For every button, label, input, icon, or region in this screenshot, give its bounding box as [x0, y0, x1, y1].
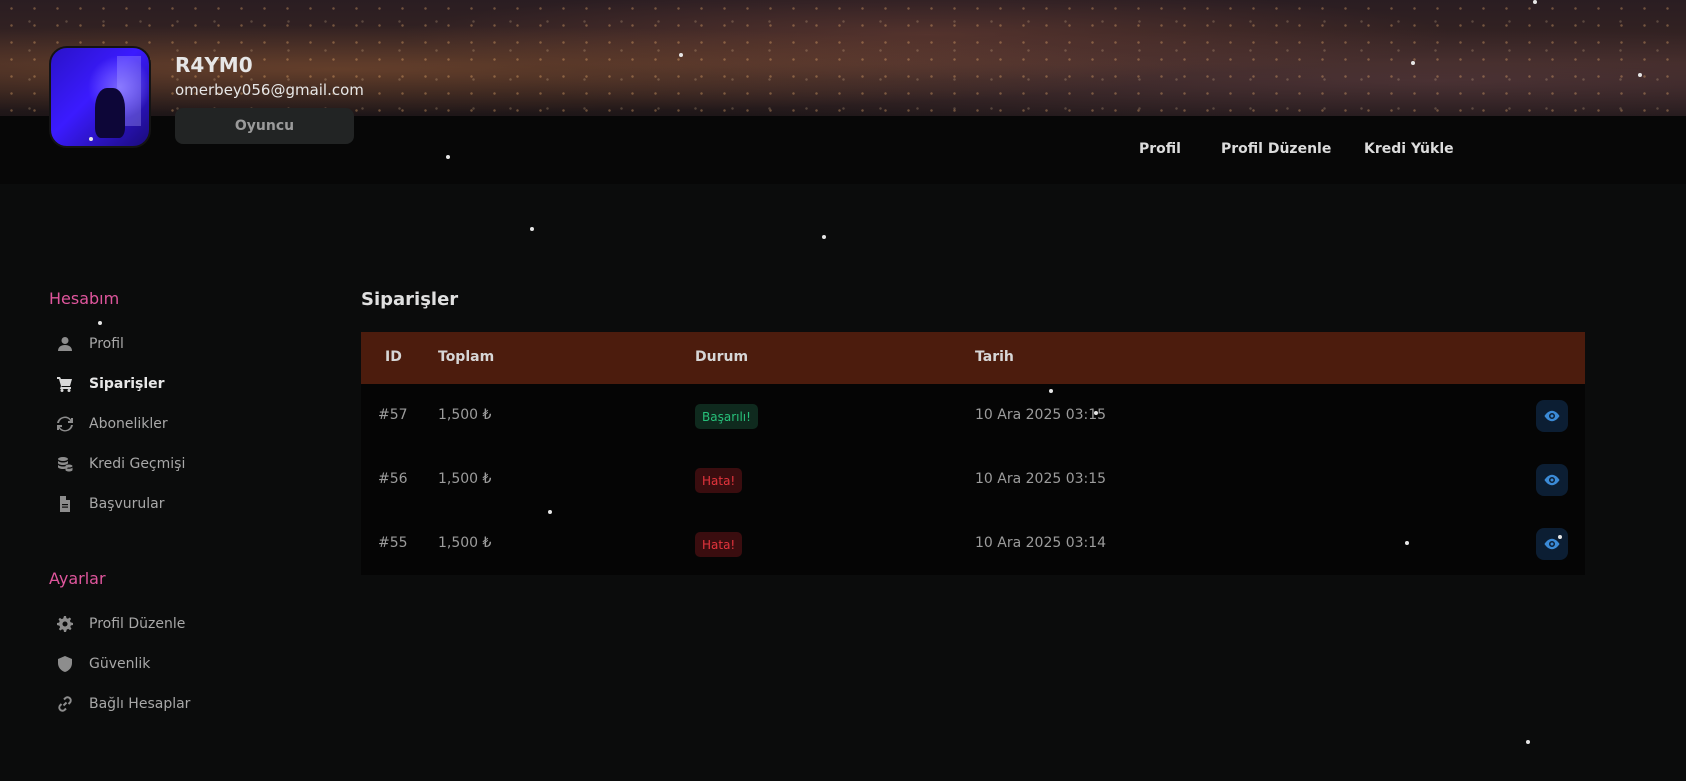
shield-icon: [56, 655, 74, 673]
particle-dot: [1558, 535, 1562, 539]
topnav-kredi-yukle[interactable]: Kredi Yükle: [1364, 141, 1454, 157]
sidebar-item-kredi-gecmisi[interactable]: Kredi Geçmişi: [56, 452, 185, 476]
order-id: #56: [378, 471, 408, 487]
order-id: #55: [378, 535, 408, 551]
sidebar-item-label: Başvurular: [89, 496, 165, 512]
order-date: 10 Ara 2025 03:14: [975, 535, 1107, 551]
sidebar-item-bagli-hesaplar[interactable]: Bağlı Hesaplar: [56, 692, 190, 716]
orders-table: ID Toplam Durum Tarih #57 1,500 ₺ Başarı…: [361, 332, 1585, 575]
particle-dot: [1405, 541, 1409, 545]
avatar-figure: [95, 88, 125, 138]
view-order-button[interactable]: [1536, 400, 1568, 432]
avatar[interactable]: [49, 46, 151, 148]
sidebar-item-profil-duzenle[interactable]: Profil Düzenle: [56, 612, 185, 636]
role-badge: Oyuncu: [175, 108, 354, 144]
sidebar-heading-settings: Ayarlar: [49, 569, 106, 588]
particle-dot: [530, 227, 534, 231]
username: R4YM0: [175, 53, 253, 77]
cart-icon: [56, 375, 74, 393]
order-id: #57: [378, 407, 408, 423]
column-header-tarih: Tarih: [975, 349, 1014, 365]
sidebar-item-label: Abonelikler: [89, 416, 168, 432]
sidebar-item-siparisler[interactable]: Siparişler: [56, 372, 165, 396]
view-order-button[interactable]: [1536, 528, 1568, 560]
particle-dot: [89, 137, 93, 141]
sidebar-item-profil[interactable]: Profil: [56, 332, 124, 356]
topnav-profil-duzenle[interactable]: Profil Düzenle: [1221, 141, 1331, 157]
particle-dot: [1094, 411, 1098, 415]
column-header-toplam: Toplam: [438, 349, 495, 365]
sidebar-item-label: Güvenlik: [89, 656, 151, 672]
sidebar-item-label: Profil: [89, 336, 124, 352]
order-total: 1,500 ₺: [438, 471, 492, 487]
file-icon: [56, 495, 74, 513]
page-title: Siparişler: [361, 289, 459, 310]
particle-dot: [1049, 389, 1053, 393]
particle-dot: [1526, 740, 1530, 744]
sidebar-item-abonelikler[interactable]: Abonelikler: [56, 412, 168, 436]
order-total: 1,500 ₺: [438, 407, 492, 423]
sidebar-item-label: Kredi Geçmişi: [89, 456, 186, 472]
status-badge: Hata!: [695, 468, 743, 493]
user-email: omerbey056@gmail.com: [175, 81, 364, 99]
sidebar-item-basvurular[interactable]: Başvurular: [56, 492, 165, 516]
particle-dot: [446, 155, 450, 159]
particle-dot: [679, 53, 683, 57]
sidebar-item-label: Bağlı Hesaplar: [89, 696, 191, 712]
sidebar-item-label: Siparişler: [89, 376, 165, 392]
link-icon: [56, 695, 74, 713]
order-total: 1,500 ₺: [438, 535, 492, 551]
eye-icon: [1544, 410, 1560, 422]
particle-dot: [548, 510, 552, 514]
user-icon: [56, 335, 74, 353]
table-header: ID Toplam Durum Tarih: [361, 332, 1585, 384]
column-header-id: ID: [385, 349, 402, 365]
status-badge: Başarılı!: [695, 404, 758, 429]
sidebar-item-label: Profil Düzenle: [89, 616, 186, 632]
particle-dot: [98, 321, 102, 325]
order-date: 10 Ara 2025 03:15: [975, 471, 1107, 487]
particle-dot: [1533, 0, 1537, 4]
order-date: 10 Ara 2025 03:15: [975, 407, 1107, 423]
column-header-durum: Durum: [695, 349, 749, 365]
gear-icon: [56, 615, 74, 633]
eye-icon: [1544, 474, 1560, 486]
refresh-icon: [56, 415, 74, 433]
particle-dot: [1638, 73, 1642, 77]
particle-dot: [822, 235, 826, 239]
sidebar-heading-account: Hesabım: [49, 289, 120, 308]
view-order-button[interactable]: [1536, 464, 1568, 496]
coins-icon: [56, 455, 74, 473]
particle-dot: [1411, 61, 1415, 65]
status-badge: Hata!: [695, 532, 743, 557]
topnav-profil[interactable]: Profil: [1139, 141, 1181, 157]
sidebar-item-guvenlik[interactable]: Güvenlik: [56, 652, 150, 676]
